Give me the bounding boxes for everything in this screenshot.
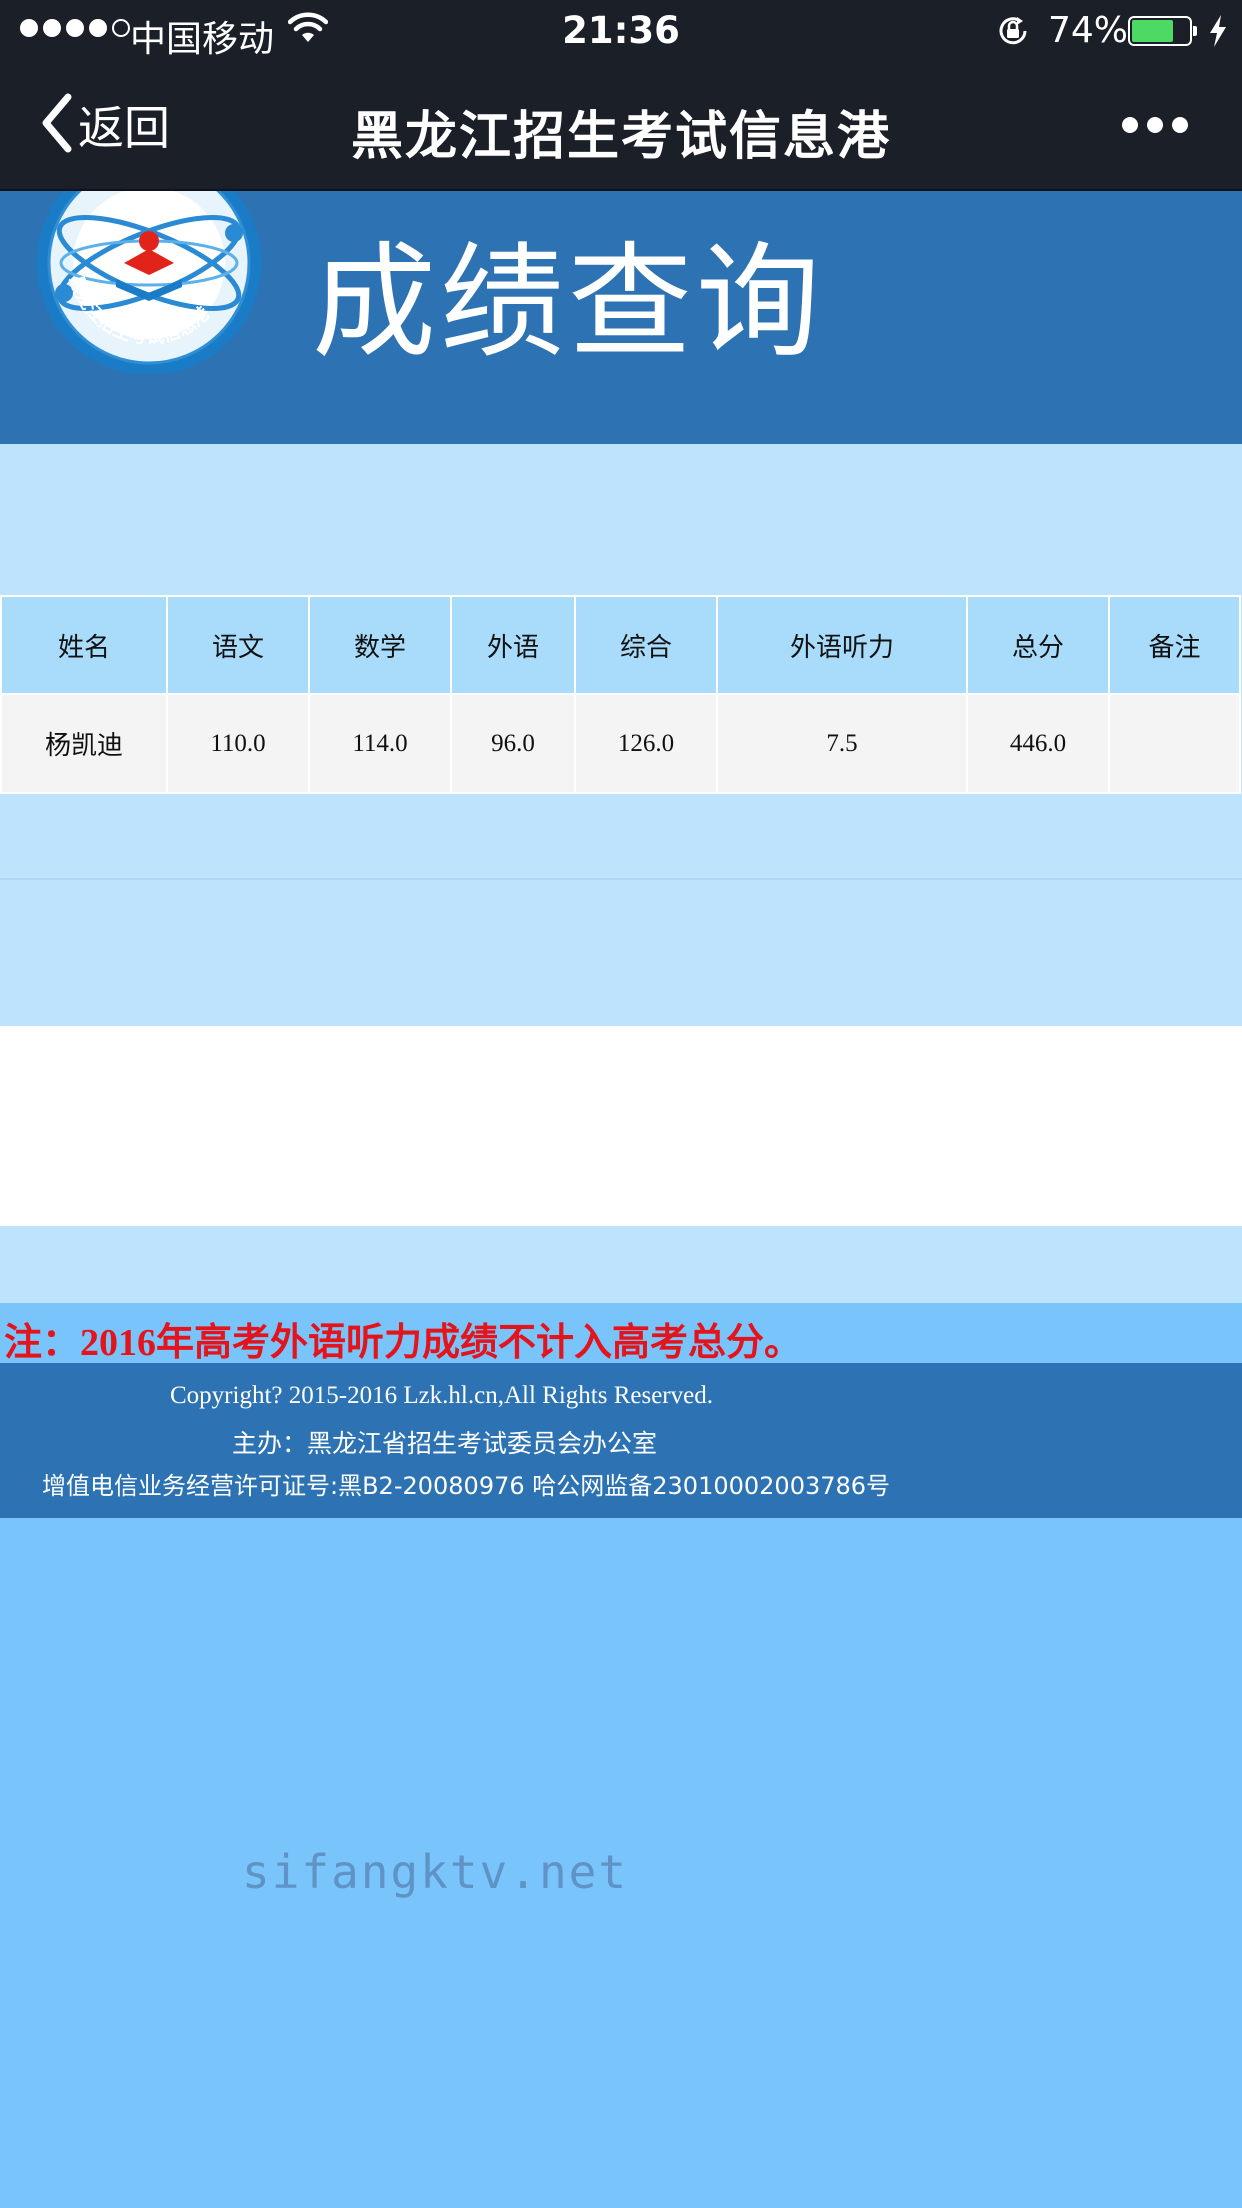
license-text: 增值电信业务经营许可证号:黑B2-20080976 哈公网监备230100020… xyxy=(42,1472,891,1500)
header-math: 数学 xyxy=(308,595,452,695)
header-comprehensive: 综合 xyxy=(574,595,718,695)
site-logo: 黑龙江招生考试信息港 xyxy=(34,191,264,377)
footer: Copyright? 2015-2016 Lzk.hl.cn,All Right… xyxy=(0,1363,1242,1518)
blank-area xyxy=(0,1026,1242,1226)
more-dot-icon xyxy=(1147,117,1163,133)
divider xyxy=(0,878,1242,880)
cell-listening: 7.5 xyxy=(716,693,968,794)
cell-total: 446.0 xyxy=(966,693,1110,794)
table-row: 杨凯迪 110.0 114.0 96.0 126.0 7.5 446.0 xyxy=(0,693,1241,794)
header-chinese: 语文 xyxy=(166,595,310,695)
copyright-text: Copyright? 2015-2016 Lzk.hl.cn,All Right… xyxy=(170,1382,713,1409)
header-listening: 外语听力 xyxy=(716,595,968,695)
cell-name: 杨凯迪 xyxy=(0,693,168,794)
note-bar: 注：2016年高考外语听力成绩不计入高考总分。 xyxy=(0,1303,1242,1364)
header-name: 姓名 xyxy=(0,595,168,695)
watermark: sifangktv.net xyxy=(242,1845,629,1899)
cell-chinese: 110.0 xyxy=(166,693,310,794)
more-dot-icon xyxy=(1122,117,1138,133)
more-dot-icon xyxy=(1172,117,1188,133)
header-total: 总分 xyxy=(966,595,1110,695)
cell-comprehensive: 126.0 xyxy=(574,693,718,794)
rotation-lock-icon xyxy=(995,13,1031,53)
page-title: 黑龙江招生考试信息港 xyxy=(350,107,891,167)
status-bar: 中国移动 21:36 74% xyxy=(0,0,1242,62)
section-heading: 成绩查询 xyxy=(312,231,825,375)
table-header-row: 姓名 语文 数学 外语 综合 外语听力 总分 备注 xyxy=(0,595,1241,695)
battery-percentage: 74% xyxy=(1048,10,1129,51)
more-options-button[interactable] xyxy=(1122,117,1188,133)
header-remark: 备注 xyxy=(1108,595,1241,695)
listening-note: 注：2016年高考外语听力成绩不计入高考总分。 xyxy=(4,1322,803,1364)
navigation-bar: 返回 黑龙江招生考试信息港 xyxy=(0,62,1242,191)
battery-icon xyxy=(1128,16,1197,46)
header-banner: 黑龙江招生考试信息港 成绩查询 xyxy=(0,191,1242,444)
light-strip xyxy=(0,1226,1242,1303)
header-foreign-language: 外语 xyxy=(450,595,576,695)
cell-math: 114.0 xyxy=(308,693,452,794)
cell-remark xyxy=(1108,693,1241,794)
charging-icon xyxy=(1208,14,1228,52)
sponsor-text: 主办：黑龙江省招生考试委员会办公室 xyxy=(232,1429,658,1458)
cell-foreign-language: 96.0 xyxy=(450,693,576,794)
score-table: 姓名 语文 数学 外语 综合 外语听力 总分 备注 杨凯迪 110.0 114.… xyxy=(0,595,1241,794)
